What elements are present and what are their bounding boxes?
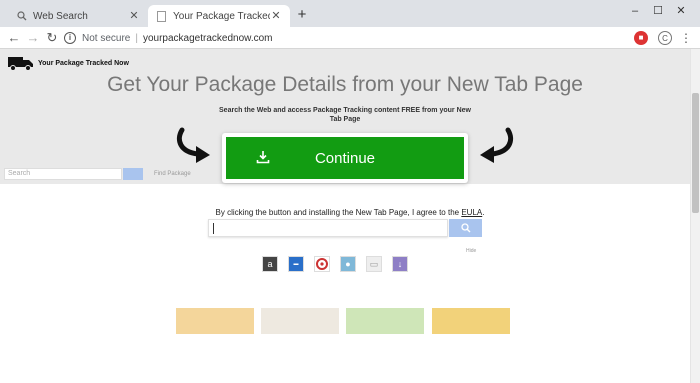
forward-icon[interactable]: → [25,30,41,46]
thumbnail-1[interactable] [176,308,254,334]
address-bar[interactable]: i Not secure | yourpackagetrackednow.com [64,29,624,47]
eula-notice: By clicking the button and installing th… [0,208,690,217]
thumbnail-2[interactable] [261,308,339,334]
minimize-icon[interactable]: – [628,4,642,18]
hide-link[interactable]: Hide [466,248,476,254]
eula-end: . [482,208,485,217]
page-subtitle: Search the Web and access Package Tracki… [219,107,471,123]
curved-arrow-left-icon [480,127,514,163]
thumbnail-3[interactable] [346,308,424,334]
document-icon[interactable]: ▭ [366,256,382,272]
target-icon[interactable] [314,256,330,272]
shortcut-tiles: a ▬ ● ▭ ↓ [262,256,408,272]
page-title: Get Your Package Details from your New T… [107,73,583,96]
download-shortcut-icon[interactable]: ↓ [392,256,408,272]
search-icon [460,223,470,233]
url-text: yourpackagetrackednow.com [142,32,273,44]
curved-arrow-right-icon [176,127,210,163]
page-content: Your Package Tracked Now Get Your Packag… [0,49,690,383]
text-caret [213,223,214,234]
chat-icon[interactable]: ● [340,256,356,272]
continue-label: Continue [314,149,376,167]
browser-toolbar: ← → ↻ i Not secure | yourpackagetrackedn… [0,27,700,49]
menu-icon[interactable]: ⋮ [680,31,692,45]
hero-section: Your Package Tracked Now Get Your Packag… [0,49,690,184]
tab-strip: Web Search ✕ Your Package Tracked Now ✕ … [0,0,700,27]
close-icon[interactable]: ✕ [270,10,282,22]
close-icon[interactable]: ✕ [128,10,140,22]
search-icon [16,11,27,22]
page-icon [156,10,167,22]
tab-title: Your Package Tracked Now [173,10,270,22]
reload-icon[interactable]: ↻ [44,30,60,46]
page-scrollbar[interactable] [690,49,700,383]
brand-name: Your Package Tracked Now [38,59,129,67]
search-input[interactable] [208,219,448,237]
search-button[interactable] [449,219,482,237]
separator: | [135,32,138,44]
maximize-icon[interactable]: ☐ [651,4,665,18]
truck-icon [8,57,33,71]
background-search-input[interactable]: Search [4,168,122,180]
tab-your-package-tracked-now[interactable]: Your Package Tracked Now ✕ [148,5,290,27]
walmart-icon[interactable]: ▬ [288,256,304,272]
close-window-icon[interactable]: ✕ [674,4,688,18]
cta-frame: Continue [222,133,468,183]
info-icon[interactable]: i [64,32,76,44]
tab-title: Web Search [33,10,88,22]
new-tab-button[interactable]: + [294,7,310,23]
back-icon[interactable]: ← [6,30,22,46]
find-package-label: Find Package [154,171,191,177]
background-search-button[interactable] [123,168,143,180]
site-logo: Your Package Tracked Now [8,55,129,71]
amazon-icon[interactable]: a [262,256,278,272]
download-icon [256,151,270,164]
continue-button[interactable]: Continue [226,137,464,179]
find-package-dropdown[interactable]: Find Package [154,168,222,180]
thumbnail-4[interactable] [432,308,510,334]
eula-text: By clicking the button and installing th… [215,208,462,217]
extension-icon[interactable]: ■ [634,31,648,45]
tab-web-search[interactable]: Web Search ✕ [8,5,148,27]
scrollbar-thumb[interactable] [692,93,699,213]
eula-link[interactable]: EULA [461,208,482,217]
security-status: Not secure [82,32,131,44]
profile-avatar[interactable]: C [658,31,672,45]
